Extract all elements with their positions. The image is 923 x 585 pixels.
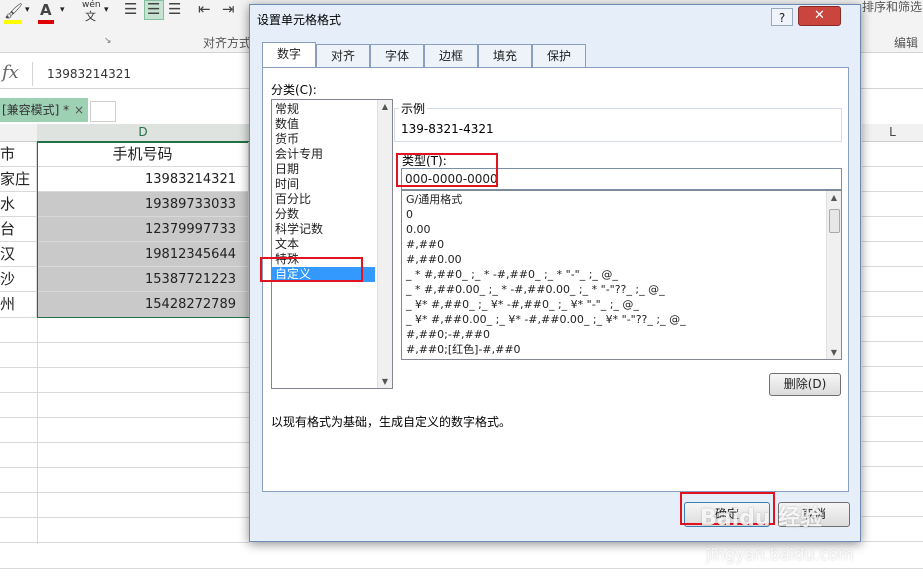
format-item[interactable]: _ * #,##0.00_ ;_ * -#,##0.00_ ;_ * "-"??… [406, 283, 665, 297]
cell-phone[interactable]: 19389733033 [37, 192, 249, 217]
cell-c[interactable]: 汉 [0, 242, 37, 267]
format-item[interactable]: #,##0;-#,##0 [406, 328, 490, 342]
formula-input[interactable]: 13983214321 [32, 62, 253, 86]
tab-fill[interactable]: 填充 [478, 44, 532, 68]
category-item[interactable]: 文本 [275, 237, 299, 252]
help-button[interactable]: ? [771, 8, 793, 26]
annotation-category-box [260, 257, 363, 282]
dialog-title: 设置单元格格式 [257, 13, 342, 27]
scroll-up-icon[interactable]: ▲ [378, 102, 392, 111]
category-label: 分类(C): [271, 83, 317, 97]
cell-c[interactable]: 州 [0, 292, 37, 318]
cell-phone[interactable]: 13983214321 [37, 167, 249, 192]
sample-group: 示例 139-8321-4321 [394, 100, 842, 142]
document-tab[interactable]: [兼容模式] * × [0, 98, 88, 122]
format-item[interactable]: G/通用格式 [406, 193, 462, 207]
grid-area-right [862, 142, 923, 585]
category-item[interactable]: 时间 [275, 177, 299, 192]
category-item[interactable]: 货币 [275, 132, 299, 147]
column-header-d[interactable]: D [37, 124, 249, 143]
cell-c[interactable]: 台 [0, 217, 37, 242]
scroll-up-icon[interactable]: ▲ [827, 193, 841, 202]
annotation-type-box [396, 153, 498, 187]
document-tab-label: [兼容模式] * [2, 103, 70, 117]
format-list[interactable]: G/通用格式 0 0.00 #,##0 #,##0.00 _ * #,##0_ … [401, 190, 842, 360]
format-item[interactable]: _ ¥* #,##0.00_ ;_ ¥* -#,##0.00_ ;_ ¥* "-… [406, 313, 686, 327]
category-item[interactable]: 日期 [275, 162, 299, 177]
category-item[interactable]: 会计专用 [275, 147, 323, 162]
format-item[interactable]: #,##0.00 [406, 253, 462, 267]
cell-c-header[interactable]: 市 [0, 142, 37, 167]
category-list[interactable]: 常规 数值 货币 会计专用 日期 时间 百分比 分数 科学记数 文本 特殊 自定… [271, 99, 393, 389]
tab-alignment[interactable]: 对齐 [316, 44, 370, 68]
cell-phone[interactable]: 19812345644 [37, 242, 249, 267]
format-item[interactable]: #,##0;[红色]-#,##0 [406, 343, 521, 357]
close-icon: ✕ [814, 8, 825, 23]
sort-filter-button[interactable]: 排序和筛选 [862, 0, 922, 15]
formula-value: 13983214321 [47, 67, 131, 81]
column-header-c[interactable] [0, 124, 37, 142]
format-item[interactable]: #,##0 [406, 238, 444, 252]
sample-label: 示例 [399, 100, 428, 117]
font-color-swatch [38, 20, 54, 24]
scroll-thumb[interactable] [829, 209, 840, 233]
cell-c[interactable]: 水 [0, 192, 37, 217]
description-text: 以现有格式为基础，生成自定义的数字格式。 [271, 415, 512, 429]
category-item[interactable]: 数值 [275, 117, 299, 132]
category-item[interactable]: 分数 [275, 207, 299, 222]
fx-icon[interactable]: fx [2, 62, 19, 83]
close-button[interactable]: ✕ [798, 6, 841, 26]
increase-indent-icon[interactable]: ⇥ [222, 0, 235, 18]
format-scrollbar[interactable]: ▲ ▼ [826, 191, 841, 359]
editing-group-label: 编辑 [894, 36, 919, 50]
category-item[interactable]: 百分比 [275, 192, 311, 207]
alignment-group-label: 对齐方式 [203, 36, 252, 50]
align-right-icon[interactable]: ☰ [168, 0, 181, 18]
watermark-logo: Baidu 经验 [700, 506, 823, 531]
align-center-icon: ☰ [147, 0, 161, 18]
fill-color-swatch [4, 20, 22, 24]
cell-d-header[interactable]: 手机号码 [37, 142, 249, 167]
cell-phone[interactable]: 12379997733 [37, 217, 249, 242]
sample-value: 139-8321-4321 [401, 122, 494, 136]
phonetic-guide-icon[interactable]: 文 [85, 8, 96, 24]
fill-color-icon[interactable]: 🖌 [4, 2, 23, 20]
format-item[interactable]: 0.00 [406, 223, 431, 237]
category-scrollbar[interactable]: ▲ ▼ [377, 100, 392, 388]
format-item[interactable]: 0 [406, 208, 413, 222]
align-left-icon[interactable]: ☰ [124, 0, 137, 18]
cell-phone[interactable]: 15428272789 [37, 292, 249, 318]
tab-font[interactable]: 字体 [370, 44, 424, 68]
tab-number[interactable]: 数字 [262, 42, 316, 68]
close-icon[interactable]: × [74, 98, 84, 122]
scroll-down-icon[interactable]: ▼ [378, 377, 392, 386]
tab-border[interactable]: 边框 [424, 44, 478, 68]
watermark-url: jingyan.baidu.com [706, 545, 854, 564]
format-item[interactable]: _ * #,##0_ ;_ * -#,##0_ ;_ * "-"_ ;_ @_ [406, 268, 618, 282]
new-tab-button[interactable] [90, 101, 116, 122]
category-item[interactable]: 科学记数 [275, 222, 323, 237]
category-item[interactable]: 常规 [275, 102, 299, 117]
tab-protection[interactable]: 保护 [532, 44, 586, 68]
decrease-indent-icon[interactable]: ⇤ [198, 0, 211, 18]
format-item[interactable]: _ ¥* #,##0_ ;_ ¥* -#,##0_ ;_ ¥* "-"_ ;_ … [406, 298, 639, 312]
scroll-down-icon[interactable]: ▼ [827, 348, 841, 357]
cell-c[interactable]: 家庄 [0, 167, 37, 192]
cell-c[interactable]: 沙 [0, 267, 37, 292]
cell-phone[interactable]: 15387721223 [37, 267, 249, 292]
help-icon: ? [778, 11, 786, 25]
dropdown-caret-icon[interactable]: ▾ [25, 5, 30, 15]
dropdown-caret-icon[interactable]: ▾ [104, 5, 109, 15]
dropdown-caret-icon[interactable]: ▾ [60, 5, 65, 15]
column-header-l[interactable]: L [862, 124, 923, 142]
dialog-launcher-icon[interactable]: ↘ [104, 36, 112, 46]
delete-button[interactable]: 删除(D) [769, 373, 841, 396]
font-color-icon[interactable]: A [40, 1, 52, 19]
